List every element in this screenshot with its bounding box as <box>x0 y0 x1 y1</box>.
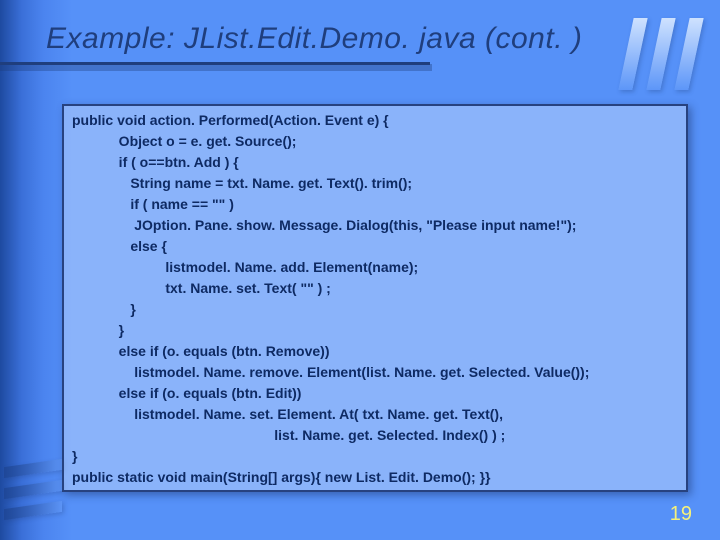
code-line: } <box>72 322 124 338</box>
code-line: } <box>72 301 136 317</box>
stripe-icon <box>618 18 647 90</box>
code-line: else if (o. equals (btn. Remove)) <box>72 343 330 359</box>
code-line: JOption. Pane. show. Message. Dialog(thi… <box>72 217 576 233</box>
code-line: listmodel. Name. set. Element. At( txt. … <box>72 406 503 422</box>
title-underline <box>0 62 430 65</box>
stripe-icon <box>4 459 62 478</box>
code-line: list. Name. get. Selected. Index() ) ; <box>72 427 505 443</box>
stripe-icon <box>4 501 62 520</box>
code-line: listmodel. Name. add. Element(name); <box>72 259 418 275</box>
slide-title: Example: JList.Edit.Demo. java (cont. ) <box>46 22 582 56</box>
code-line: listmodel. Name. remove. Element(list. N… <box>72 364 589 380</box>
code-line: else if (o. equals (btn. Edit)) <box>72 385 301 401</box>
slide: Example: JList.Edit.Demo. java (cont. ) … <box>0 0 720 540</box>
page-number: 19 <box>670 503 692 526</box>
code-line: else { <box>72 238 167 254</box>
decor-stripes-bottom-left <box>4 463 62 516</box>
code-line: } <box>72 448 77 464</box>
code-line: public void action. Performed(Action. Ev… <box>72 112 389 128</box>
code-block: public void action. Performed(Action. Ev… <box>62 104 688 492</box>
code-line: public static void main(String[] args){ … <box>72 469 490 485</box>
code-line: Object o = e. get. Source(); <box>72 133 296 149</box>
stripe-icon <box>4 480 62 499</box>
stripe-icon <box>674 18 703 90</box>
decor-stripes-top-right <box>626 18 696 90</box>
code-line: if ( name == "" ) <box>72 196 234 212</box>
stripe-icon <box>646 18 675 90</box>
code-line: if ( o==btn. Add ) { <box>72 154 239 170</box>
code-line: String name = txt. Name. get. Text(). tr… <box>72 175 412 191</box>
code-line: txt. Name. set. Text( "" ) ; <box>72 280 331 296</box>
